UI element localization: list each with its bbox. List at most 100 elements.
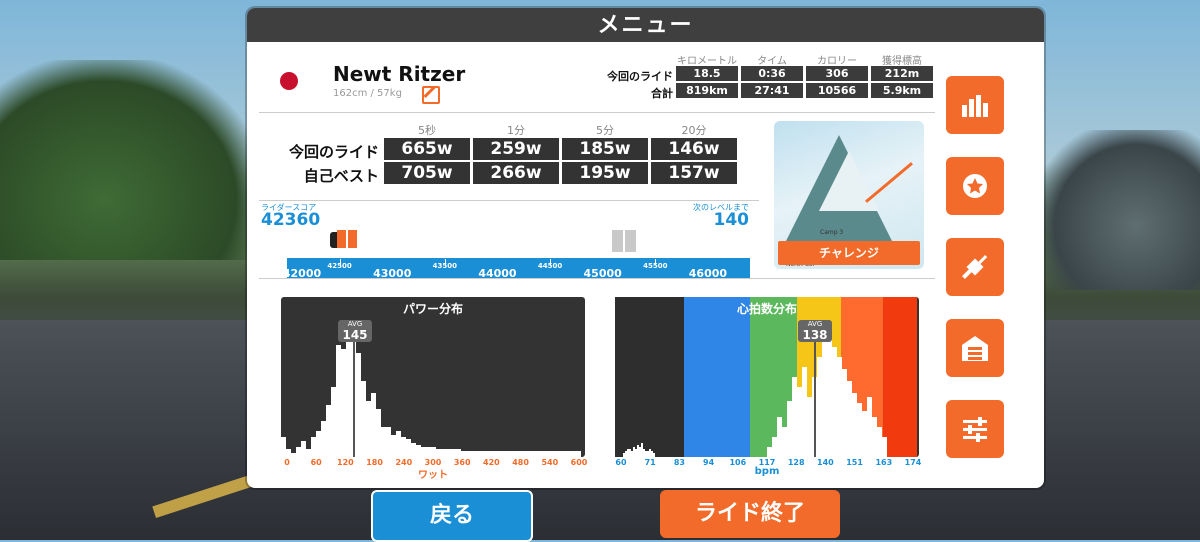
stat-cell: 10566: [806, 83, 868, 98]
stats-button[interactable]: [946, 76, 1004, 134]
avg-value: 138: [802, 328, 828, 342]
histogram-bar: [421, 447, 426, 457]
histogram-bar: [867, 397, 872, 457]
stat-header-time: タイム: [757, 56, 787, 67]
power-header-1m: 1分: [507, 124, 525, 137]
gift-icon-unlocked: [337, 230, 357, 248]
histogram-bar: [571, 451, 576, 457]
histogram-bar: [857, 403, 862, 457]
power-header-20m: 20分: [681, 124, 707, 137]
histogram-bar: [651, 451, 653, 457]
histogram-bar: [356, 353, 361, 457]
histogram-bar: [511, 451, 516, 457]
power-row-label-best: 自己ベスト: [303, 167, 379, 185]
scale-tick: [655, 259, 657, 265]
height-weight: 162cm / 57kg: [333, 88, 402, 99]
stat-cell: 0:36: [741, 66, 803, 81]
histogram-bar: [837, 357, 842, 457]
challenge-button[interactable]: チャレンジ: [778, 241, 920, 265]
histogram-bar: [496, 451, 501, 457]
power-cell: 195w: [562, 162, 648, 184]
stat-cell: 5.9km: [871, 83, 933, 98]
stat-row-label-current: 今回のライド: [607, 70, 673, 83]
rider-name: Newt Ritzer: [333, 62, 466, 86]
histogram-bar: [872, 417, 877, 457]
power-cell: 665w: [384, 138, 470, 160]
histogram-bar: [526, 451, 531, 457]
stat-header-calories: カロリー: [817, 56, 857, 67]
histogram-bar: [461, 451, 466, 457]
histogram-bar: [301, 441, 306, 457]
scale-tick: [339, 259, 341, 265]
histogram-bar: [311, 437, 316, 457]
pairing-button[interactable]: [946, 238, 1004, 296]
histogram-bar: [643, 449, 645, 457]
histogram-bar: [637, 445, 639, 457]
power-histogram-title: パワー分布: [402, 302, 463, 316]
scale-tick: [444, 259, 446, 265]
histogram-bar: [411, 443, 416, 457]
power-histogram: パワー分布 AVG 145: [281, 297, 585, 457]
histogram-bar: [649, 449, 651, 457]
chart-icon: [962, 95, 988, 117]
histogram-bar: [396, 431, 401, 457]
histogram-bar: [506, 451, 511, 457]
back-button[interactable]: 戻る: [371, 490, 533, 542]
histogram-bar: [546, 451, 551, 457]
histogram-bar: [426, 447, 431, 457]
histogram-bar: [629, 449, 631, 457]
badges-button[interactable]: [946, 157, 1004, 215]
power-cell: 185w: [562, 138, 648, 160]
histogram-bar: [486, 451, 491, 457]
histogram-bar: [635, 449, 637, 457]
histogram-bar: [647, 451, 649, 457]
histogram-bar: [376, 409, 381, 457]
histogram-bar: [645, 451, 647, 457]
power-cell: 157w: [651, 162, 737, 184]
histogram-bar: [847, 381, 852, 457]
power-header-5m: 5分: [596, 124, 614, 137]
gift-icon-locked: [612, 230, 636, 252]
hr-histogram-title: 心拍数分布: [736, 302, 797, 316]
map-label: Camp 3: [820, 229, 844, 236]
histogram-bar: [286, 449, 291, 457]
histogram-bar: [782, 427, 787, 457]
end-ride-button[interactable]: ライド終了: [660, 490, 840, 538]
garage-button[interactable]: [946, 319, 1004, 377]
rider-score: 42360: [261, 210, 321, 230]
power-cell: 266w: [473, 162, 559, 184]
edit-icon[interactable]: [422, 86, 440, 104]
hr-avg-badge: AVG 138: [798, 320, 832, 342]
histogram-bar: [291, 453, 296, 457]
histogram-bar: [842, 369, 847, 457]
histogram-bar: [436, 449, 441, 457]
histogram-bar: [521, 451, 526, 457]
progress-scale: [287, 266, 750, 278]
next-level-points: 140: [713, 210, 750, 230]
power-cell: 146w: [651, 138, 737, 160]
progress-track: [287, 258, 750, 266]
histogram-bar: [633, 447, 635, 457]
histogram-bar: [516, 451, 521, 457]
histogram-bar: [371, 393, 376, 457]
stat-header-elevation: 獲得標高: [882, 56, 922, 67]
hr-zone-band: [684, 297, 750, 457]
avg-line: [814, 342, 816, 457]
divider: [259, 112, 935, 113]
histogram-bar: [316, 431, 321, 457]
route-map[interactable]: Camp 3 North Col チャレンジ: [774, 121, 924, 269]
histogram-bar: [466, 451, 471, 457]
histogram-bar: [807, 397, 812, 457]
power-x-title: ワット: [418, 470, 448, 481]
histogram-bar: [401, 437, 406, 457]
histogram-bar: [416, 445, 421, 457]
stat-cell: 18.5: [676, 66, 738, 81]
histogram-bar: [797, 387, 802, 457]
avg-value: 145: [342, 328, 368, 342]
settings-button[interactable]: [946, 400, 1004, 458]
garage-icon: [962, 336, 988, 361]
menu-panel: メニュー Newt Ritzer 162cm / 57kg キロメートル タイム…: [247, 8, 1044, 488]
histogram-bar: [451, 449, 456, 457]
avg-line: [353, 342, 355, 457]
power-avg-badge: AVG 145: [338, 320, 372, 342]
